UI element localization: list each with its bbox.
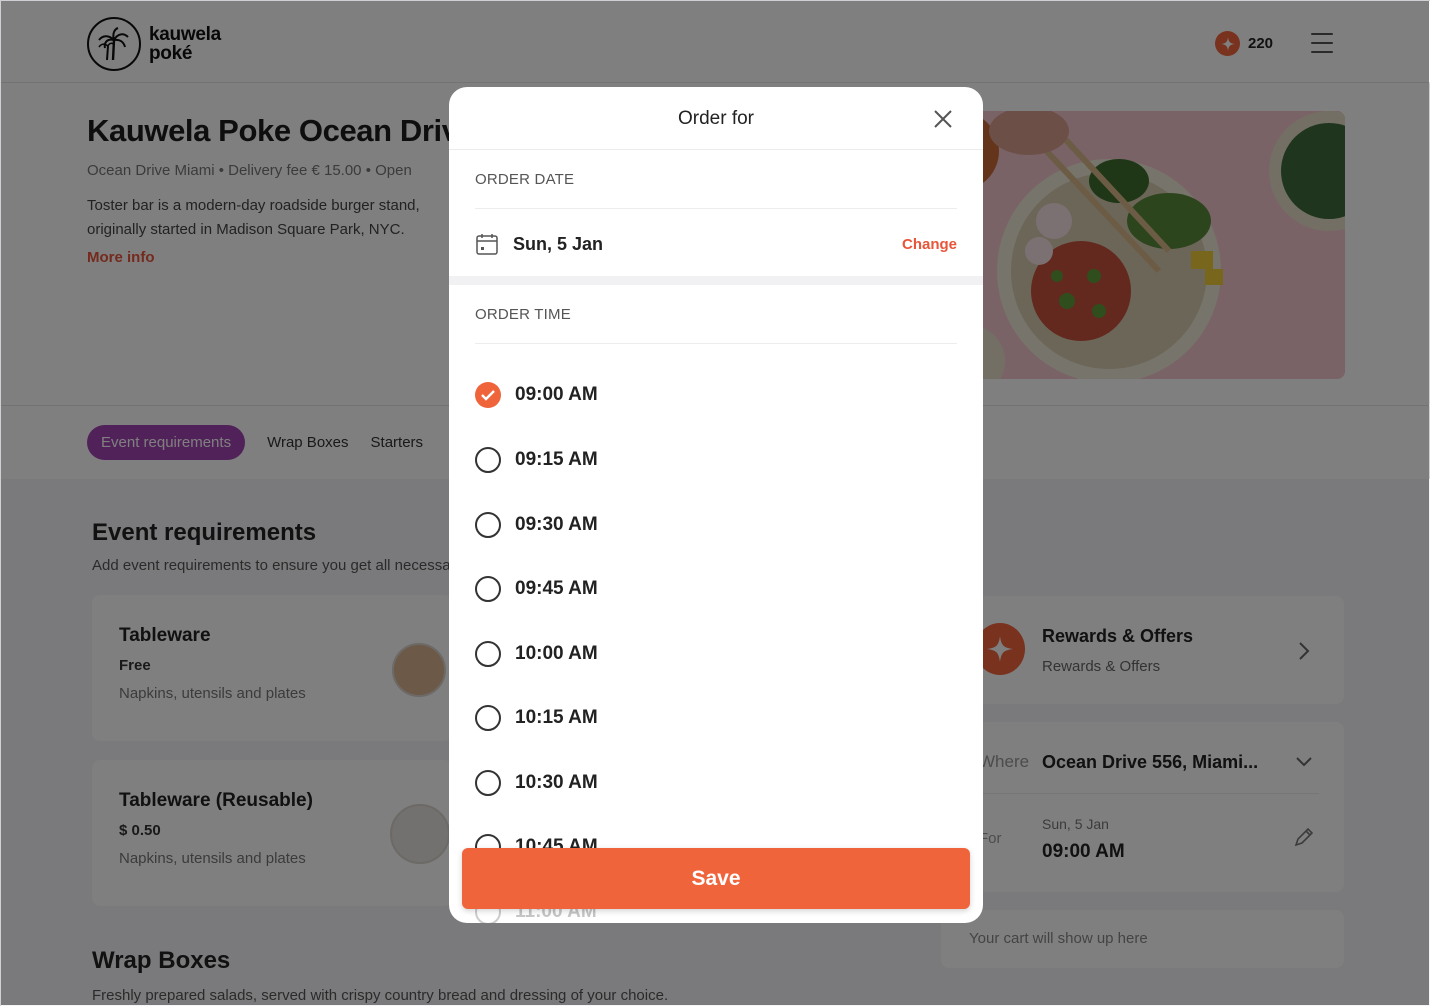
- time-option-1000[interactable]: 10:00 AM: [475, 639, 598, 669]
- radio-icon[interactable]: [475, 770, 501, 796]
- section-separator: [449, 276, 983, 285]
- save-button[interactable]: Save: [462, 848, 970, 909]
- page: kauwela poké 220 Kauwela Poke Ocean Driv…: [0, 0, 1430, 1006]
- time-label: 10:30 AM: [515, 772, 598, 793]
- time-label: 10:00 AM: [515, 643, 598, 664]
- selected-date: Sun, 5 Jan: [513, 233, 604, 254]
- time-label: 09:00 AM: [515, 384, 598, 405]
- radio-icon[interactable]: [475, 447, 501, 473]
- order-time-label: ORDER TIME: [475, 306, 571, 323]
- time-option-0945[interactable]: 09:45 AM: [475, 574, 598, 604]
- time-label: 09:30 AM: [515, 514, 598, 535]
- checked-radio-icon[interactable]: [475, 382, 501, 408]
- order-date-row: Sun, 5 Jan Change: [475, 229, 957, 259]
- time-option-0930[interactable]: 09:30 AM: [475, 510, 598, 540]
- radio-icon[interactable]: [475, 576, 501, 602]
- radio-icon[interactable]: [475, 512, 501, 538]
- time-label: 10:15 AM: [515, 707, 598, 728]
- modal-title: Order for: [677, 108, 755, 129]
- time-option-0900[interactable]: 09:00 AM: [475, 380, 598, 410]
- radio-icon[interactable]: [475, 641, 501, 667]
- time-option-1030[interactable]: 10:30 AM: [475, 768, 598, 798]
- divider: [475, 343, 957, 344]
- divider: [475, 208, 957, 209]
- close-icon[interactable]: [929, 105, 957, 133]
- change-date-link[interactable]: Change: [902, 236, 957, 253]
- order-for-modal: Order for ORDER DATE Sun, 5 Jan Change O…: [449, 87, 983, 923]
- radio-icon[interactable]: [475, 705, 501, 731]
- time-option-1015[interactable]: 10:15 AM: [475, 703, 598, 733]
- order-date-label: ORDER DATE: [475, 171, 575, 188]
- time-label: 09:45 AM: [515, 578, 598, 599]
- time-option-0915[interactable]: 09:15 AM: [475, 445, 598, 475]
- calendar-icon: [476, 234, 498, 255]
- time-label: 09:15 AM: [515, 449, 598, 470]
- modal-header: Order for: [449, 87, 983, 150]
